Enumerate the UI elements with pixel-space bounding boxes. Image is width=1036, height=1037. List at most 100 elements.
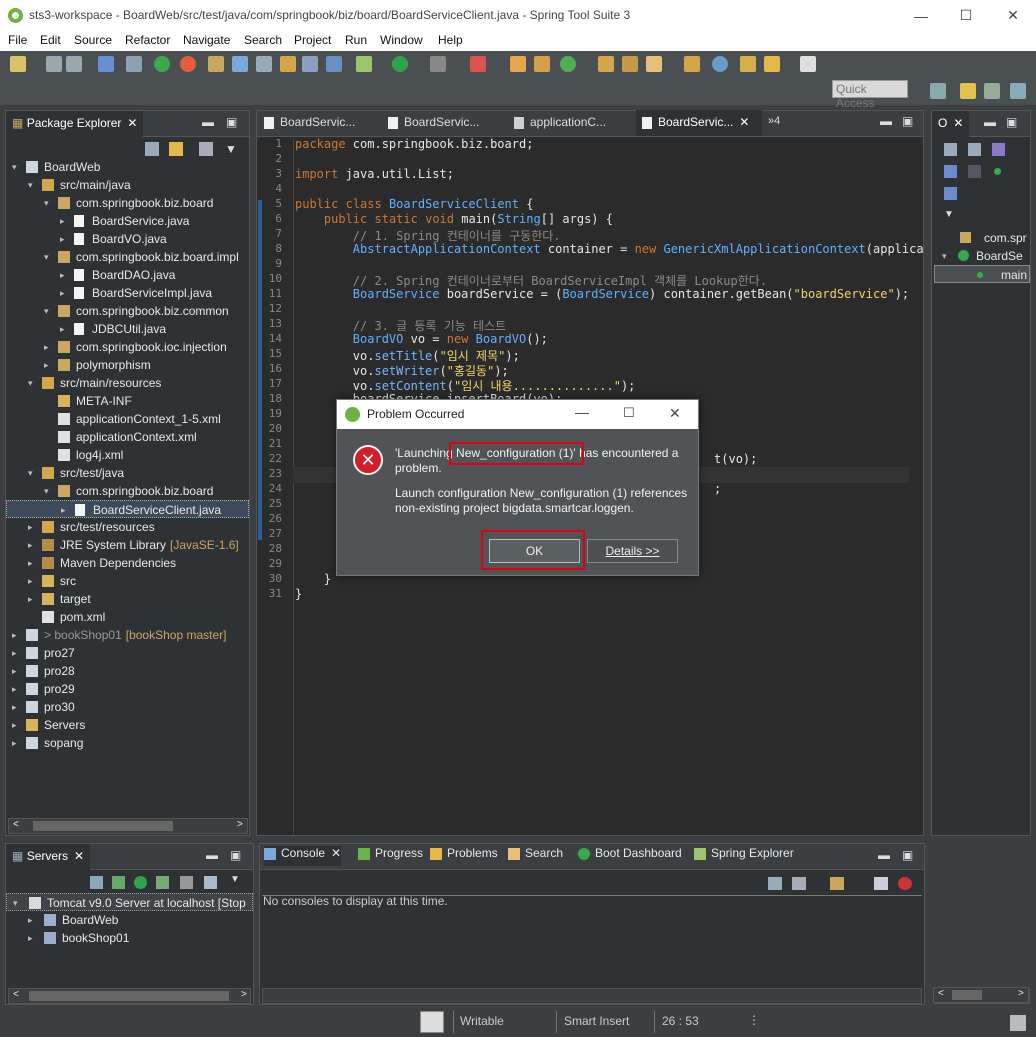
tree-item[interactable]: applicationContext.xml <box>6 428 249 446</box>
new-java-project-icon[interactable] <box>510 56 526 72</box>
new-package-icon[interactable] <box>534 56 550 72</box>
expand-arrow-icon[interactable]: ▸ <box>28 929 33 947</box>
sort-icon[interactable] <box>992 143 1005 156</box>
publish-icon[interactable] <box>204 876 217 889</box>
hide-nonpublic-icon[interactable] <box>944 165 957 178</box>
remove-console-icon[interactable] <box>898 877 912 890</box>
close-icon[interactable]: ✕ <box>739 115 749 129</box>
dialog-maximize-button[interactable]: ☐ <box>623 405 635 421</box>
show-whitespace-icon[interactable] <box>302 56 318 72</box>
expand-arrow-icon[interactable]: ▸ <box>60 284 65 302</box>
tree-item[interactable]: pom.xml <box>6 608 249 626</box>
tab-overflow[interactable]: »4 <box>768 115 780 127</box>
expand-arrow-icon[interactable]: ▸ <box>12 626 17 644</box>
expand-arrow-icon[interactable]: ▸ <box>28 572 33 590</box>
debug-icon[interactable] <box>356 56 372 72</box>
menu-refactor[interactable]: Refactor <box>125 33 170 47</box>
status-icon[interactable] <box>420 1011 444 1033</box>
tree-item[interactable]: ▾ com.springbook.biz.board <box>6 482 249 500</box>
open-perspective-icon[interactable] <box>930 83 946 99</box>
spring-icon[interactable] <box>180 56 196 72</box>
new-class-icon[interactable] <box>560 56 576 72</box>
new-console-icon[interactable] <box>830 877 844 890</box>
tree-item[interactable]: ▸ com.springbook.ioc.injection <box>6 338 249 356</box>
expand-arrow-icon[interactable]: ▸ <box>28 536 33 554</box>
scrollbar-thumb[interactable] <box>952 990 982 1000</box>
view-menu-icon[interactable]: ▼ <box>230 874 240 885</box>
quick-access-input[interactable]: Quick Access <box>832 80 908 110</box>
tree-item[interactable]: ▸ BoardVO.java <box>6 230 249 248</box>
tree-item[interactable]: ▸ > bookShop01 [bookShop master] <box>6 626 249 644</box>
server-item[interactable]: ▾ Tomcat v9.0 Server at localhost [Stop <box>6 893 253 911</box>
details-button[interactable]: Details >> <box>587 539 678 563</box>
editor-maximize-icon[interactable]: ▣ <box>902 114 913 128</box>
menu-run[interactable]: Run <box>345 33 367 47</box>
tab-search[interactable]: Search <box>508 846 563 866</box>
open-folder-icon[interactable] <box>598 56 614 72</box>
expand-arrow-icon[interactable]: ▸ <box>12 698 17 716</box>
expand-arrow-icon[interactable]: ▸ <box>12 662 17 680</box>
boot-dashboard-icon[interactable] <box>154 56 170 72</box>
back-icon[interactable] <box>764 56 780 72</box>
minimize-icon[interactable]: ▬ <box>878 848 890 862</box>
tab-boot-dashboard[interactable]: Boot Dashboard <box>578 846 682 866</box>
collapse-all-icon[interactable] <box>145 142 159 156</box>
menu-window[interactable]: Window <box>380 33 423 47</box>
close-icon[interactable]: ✕ <box>74 849 84 863</box>
minimize-icon[interactable]: ▬ <box>202 115 214 129</box>
tree-item[interactable]: ▸ Servers <box>6 716 249 734</box>
run-icon[interactable] <box>392 56 408 72</box>
minimize-icon[interactable]: ▬ <box>984 115 996 129</box>
tree-item[interactable]: ▾ com.springbook.biz.board <box>6 194 249 212</box>
open-console-icon[interactable] <box>768 877 782 890</box>
skip-breakpoints-icon[interactable] <box>126 56 142 72</box>
menu-navigate[interactable]: Navigate <box>183 33 230 47</box>
expand-arrow-icon[interactable]: ▸ <box>12 734 17 752</box>
folder-icon[interactable] <box>684 56 700 72</box>
tab-servers[interactable]: ▦ Servers ✕ <box>6 844 91 870</box>
expand-arrow-icon[interactable]: ▸ <box>60 266 65 284</box>
pilcrow-icon[interactable] <box>326 56 342 72</box>
tab-problems[interactable]: Problems <box>430 846 498 866</box>
expand-arrow-icon[interactable]: ▾ <box>44 194 49 212</box>
maximize-icon[interactable]: ▣ <box>226 115 237 129</box>
tree-item[interactable]: ▸ BoardService.java <box>6 212 249 230</box>
link-with-editor-icon[interactable] <box>169 142 183 156</box>
tree-item[interactable]: ▾ com.springbook.biz.common <box>6 302 249 320</box>
highlight-icon[interactable] <box>232 56 248 72</box>
maximize-icon[interactable]: ▣ <box>902 848 913 862</box>
close-icon[interactable]: ✕ <box>127 116 137 130</box>
close-icon[interactable]: ✕ <box>331 846 341 860</box>
scrollbar-thumb[interactable] <box>29 991 229 1001</box>
close-window-button[interactable]: ✕ <box>990 0 1036 31</box>
hierarchy-icon[interactable] <box>256 56 272 72</box>
forward-icon[interactable] <box>800 56 816 72</box>
expand-arrow-icon[interactable]: ▾ <box>13 894 18 912</box>
tree-item[interactable]: ▸ polymorphism <box>6 356 249 374</box>
expand-arrow-icon[interactable]: ▾ <box>12 158 17 176</box>
web-browser-icon[interactable] <box>712 56 728 72</box>
tree-item[interactable]: ▸ BoardServiceClient.java <box>6 500 249 518</box>
expand-arrow-icon[interactable]: ▸ <box>60 230 65 248</box>
close-icon[interactable]: ✕ <box>953 116 963 130</box>
outline-horizontal-scrollbar[interactable]: < > <box>933 987 1029 1003</box>
git-perspective-icon[interactable] <box>984 83 1000 99</box>
minimize-button[interactable]: — <box>898 0 944 31</box>
tree-item[interactable]: ▾ com.springbook.biz.board.impl <box>6 248 249 266</box>
tree-item[interactable]: applicationContext_1-5.xml <box>6 410 249 428</box>
expand-arrow-icon[interactable]: ▾ <box>28 176 33 194</box>
new-server-icon[interactable] <box>90 876 103 889</box>
expand-arrow-icon[interactable]: ▸ <box>12 680 17 698</box>
save-all-icon[interactable] <box>66 56 82 72</box>
menu-source[interactable]: Source <box>74 33 112 47</box>
expand-arrow-icon[interactable]: ▸ <box>28 518 33 536</box>
dialog-minimize-button[interactable]: — <box>575 404 589 420</box>
tree-item[interactable]: ▸ pro27 <box>6 644 249 662</box>
tab-editor-file[interactable]: applicationC... <box>508 110 634 136</box>
tree-item[interactable]: ▾ src/main/java <box>6 176 249 194</box>
expand-arrow-icon[interactable]: ▸ <box>28 554 33 572</box>
expand-arrow-icon[interactable]: ▸ <box>44 338 49 356</box>
maximize-icon[interactable]: ▣ <box>230 848 241 862</box>
console-scrollbar[interactable] <box>262 988 922 1004</box>
open-file-icon[interactable] <box>622 56 638 72</box>
